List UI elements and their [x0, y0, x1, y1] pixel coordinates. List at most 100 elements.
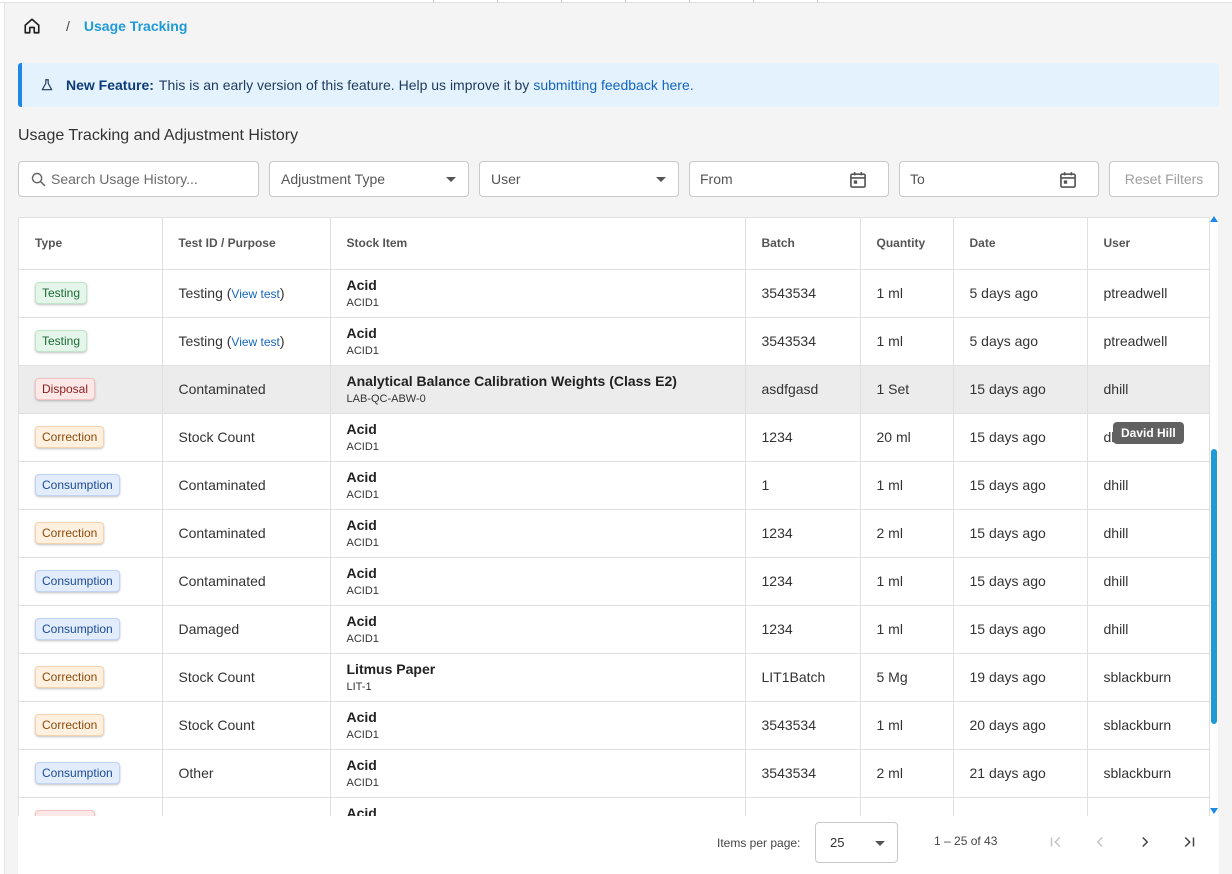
- reset-filters-button[interactable]: Reset Filters: [1109, 161, 1219, 197]
- items-per-page-select[interactable]: 25: [815, 822, 898, 863]
- table-row[interactable]: Disposal Contaminated Analytical Balance C…: [19, 365, 1209, 414]
- to-date-field[interactable]: To: [899, 161, 1099, 197]
- column-header-date[interactable]: Date: [953, 218, 1088, 270]
- column-header-stock-item[interactable]: Stock Item: [330, 218, 746, 270]
- first-page-icon[interactable]: [1044, 830, 1068, 854]
- stock-item-cell: Acid ACID1: [330, 701, 746, 750]
- purpose-text: Contaminated: [178, 477, 266, 493]
- stock-item-code: ACID1: [346, 345, 379, 357]
- paren: ): [279, 333, 285, 349]
- table-row[interactable]: Correction Stock Count Acid ACID1 1234 20 ml 1…: [19, 413, 1209, 462]
- table-row[interactable]: Consumption Contaminated Acid ACID1 1234 1 ml…: [19, 557, 1209, 606]
- adjustment-type-select[interactable]: Adjustment Type: [269, 161, 469, 197]
- batch-cell: 3543534: [745, 701, 861, 750]
- user-cell: sblackburn: [1087, 797, 1209, 816]
- scrollbar-thumb[interactable]: [1211, 449, 1217, 724]
- stock-item-code: ACID1: [346, 777, 379, 789]
- type-badge: Consumption: [35, 474, 120, 496]
- items-per-page-label: Items per page:: [717, 836, 801, 850]
- purpose-text: Contaminated: [178, 573, 266, 589]
- type-cell: Consumption: [19, 605, 163, 654]
- stock-item-cell: Litmus Paper LIT-1: [330, 653, 746, 702]
- batch-cell: 1234: [745, 557, 861, 606]
- purpose-cell: Contaminated: [162, 797, 331, 816]
- table-row[interactable]: Consumption Contaminated Acid ACID1 1 1 ml 15 …: [19, 461, 1209, 510]
- purpose-cell: Stock Count: [162, 653, 331, 702]
- date-cell: 15 days ago: [953, 413, 1088, 462]
- user-cell: dhill: [1087, 557, 1209, 606]
- last-page-icon[interactable]: [1177, 830, 1201, 854]
- home-icon[interactable]: [18, 12, 46, 40]
- search-field[interactable]: [18, 161, 259, 197]
- purpose-cell: Damaged: [162, 605, 331, 654]
- purpose-text: Contaminated: [178, 381, 266, 397]
- table-row[interactable]: Testing Testing (View test) Acid ACID1 35435…: [19, 317, 1209, 366]
- stock-item-code: ACID1: [346, 729, 379, 741]
- purpose-cell: Contaminated: [162, 557, 331, 606]
- table-row[interactable]: Correction Stock Count Litmus Paper LIT-1 LI…: [19, 653, 1209, 702]
- type-cell: Testing: [19, 269, 163, 318]
- purpose-cell: Stock Count: [162, 413, 331, 462]
- column-header-quantity[interactable]: Quantity: [860, 218, 954, 270]
- stock-item-cell: Analytical Balance Calibration Weights (…: [330, 365, 746, 414]
- next-page-icon[interactable]: [1133, 830, 1157, 854]
- type-badge: Disposal: [35, 378, 96, 400]
- scroll-up-arrow-icon[interactable]: [1210, 216, 1218, 222]
- table-row[interactable]: Correction Contaminated Acid ACID1 1234 2 ml 1…: [19, 509, 1209, 558]
- top-tab-strip: [0, 0, 1232, 3]
- purpose-text: Damaged: [178, 621, 240, 637]
- flask-icon: [40, 77, 56, 93]
- type-badge: Testing: [35, 282, 88, 304]
- column-header-type[interactable]: Type: [19, 218, 163, 270]
- from-date-field[interactable]: From: [689, 161, 889, 197]
- table-row[interactable]: Consumption Damaged Acid ACID1 1234 1 ml 15 da…: [19, 605, 1209, 654]
- quantity-cell: 1 ml: [860, 605, 954, 654]
- purpose-cell: Testing (View test): [162, 317, 331, 366]
- stock-item-cell: Acid ACID1: [330, 557, 746, 606]
- stock-item-cell: Acid ACID1: [330, 749, 746, 798]
- items-per-page-value: 25: [830, 835, 845, 850]
- table-row[interactable]: Correction Stock Count Acid ACID1 3543534 1 m…: [19, 701, 1209, 750]
- type-cell: Consumption: [19, 557, 163, 606]
- previous-page-icon[interactable]: [1088, 830, 1112, 854]
- search-input[interactable]: [51, 171, 241, 187]
- calendar-icon[interactable]: [848, 170, 868, 193]
- purpose-cell: Contaminated: [162, 461, 331, 510]
- type-badge: Consumption: [35, 762, 120, 784]
- quantity-cell: 2 ml: [860, 509, 954, 558]
- type-badge: Consumption: [35, 618, 120, 640]
- calendar-icon[interactable]: [1058, 170, 1078, 193]
- quantity-cell: 5 Mg: [860, 653, 954, 702]
- table-row[interactable]: Consumption Other Acid ACID1 3543534 2 ml 21 d…: [19, 749, 1209, 798]
- date-cell: 21 days ago: [953, 749, 1088, 798]
- user-cell: dhill: [1087, 461, 1209, 510]
- user-cell: ptreadwell: [1087, 269, 1209, 318]
- date-cell: 21 days ago: [953, 797, 1088, 816]
- batch-cell: LIT1Batch: [745, 653, 861, 702]
- stock-item-name: Acid: [346, 757, 377, 773]
- view-test-link[interactable]: View test: [231, 335, 279, 349]
- user-cell: dhill: [1087, 509, 1209, 558]
- feedback-link[interactable]: submitting feedback here.: [533, 77, 693, 93]
- stock-item-code: ACID1: [346, 633, 379, 645]
- view-test-link[interactable]: View test: [231, 287, 279, 301]
- purpose-text: Testing: [178, 333, 223, 349]
- breadcrumb-current[interactable]: Usage Tracking: [84, 18, 188, 34]
- stock-item-code: ACID1: [346, 537, 379, 549]
- column-header-user[interactable]: User: [1087, 218, 1209, 270]
- stock-item-cell: Acid ACID1: [330, 605, 746, 654]
- stock-item-name: Acid: [346, 613, 377, 629]
- user-select[interactable]: User: [479, 161, 679, 197]
- type-cell: Correction: [19, 509, 163, 558]
- type-badge: Consumption: [35, 570, 120, 592]
- table-row[interactable]: DisposalContaminatedAcidACID135435341 ml…: [19, 797, 1209, 816]
- column-header-purpose[interactable]: Test ID / Purpose: [162, 218, 331, 270]
- column-header-batch[interactable]: Batch: [745, 218, 861, 270]
- stock-item-cell: Acid ACID1: [330, 413, 746, 462]
- type-badge: Correction: [35, 666, 105, 688]
- stock-item-code: ACID1: [346, 297, 379, 309]
- chevron-down-icon: [656, 177, 666, 182]
- table-row[interactable]: Testing Testing (View test) Acid ACID1 35435…: [19, 269, 1209, 318]
- scroll-down-arrow-icon[interactable]: [1210, 808, 1218, 814]
- stock-item-code: LIT-1: [346, 681, 372, 693]
